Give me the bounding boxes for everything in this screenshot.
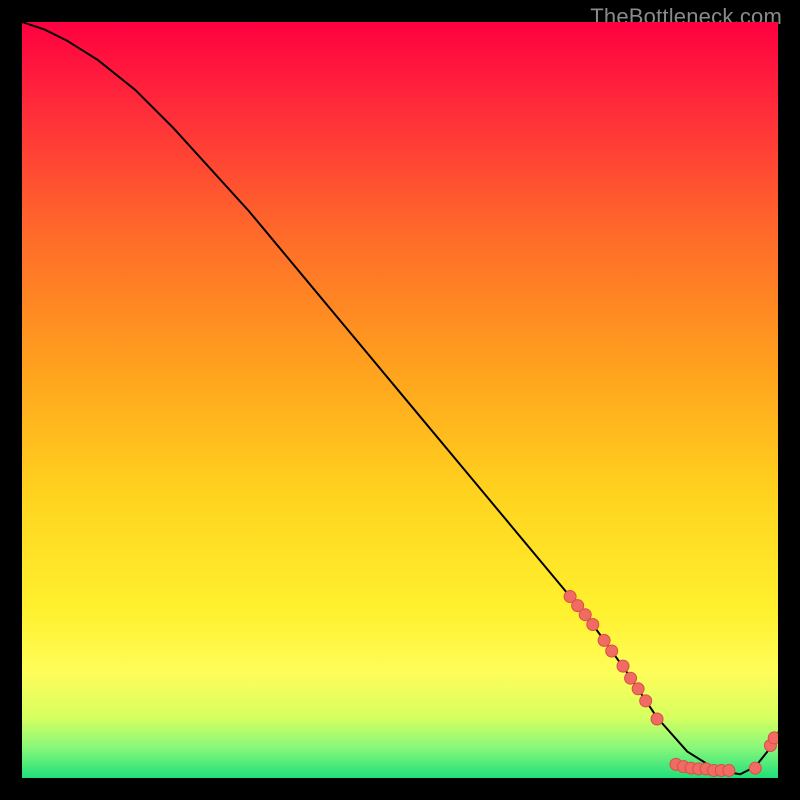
data-point bbox=[598, 634, 610, 646]
data-point bbox=[632, 683, 644, 695]
data-point bbox=[640, 695, 652, 707]
data-point bbox=[651, 713, 663, 725]
chart-svg bbox=[22, 22, 778, 778]
data-point bbox=[617, 660, 629, 672]
data-point bbox=[625, 672, 637, 684]
data-point bbox=[723, 764, 735, 776]
data-point bbox=[606, 645, 618, 657]
data-point bbox=[768, 732, 778, 744]
gradient-background bbox=[22, 22, 778, 778]
data-point bbox=[579, 609, 591, 621]
chart-frame: TheBottleneck.com bbox=[0, 0, 800, 800]
data-point bbox=[587, 619, 599, 631]
data-point bbox=[749, 762, 761, 774]
